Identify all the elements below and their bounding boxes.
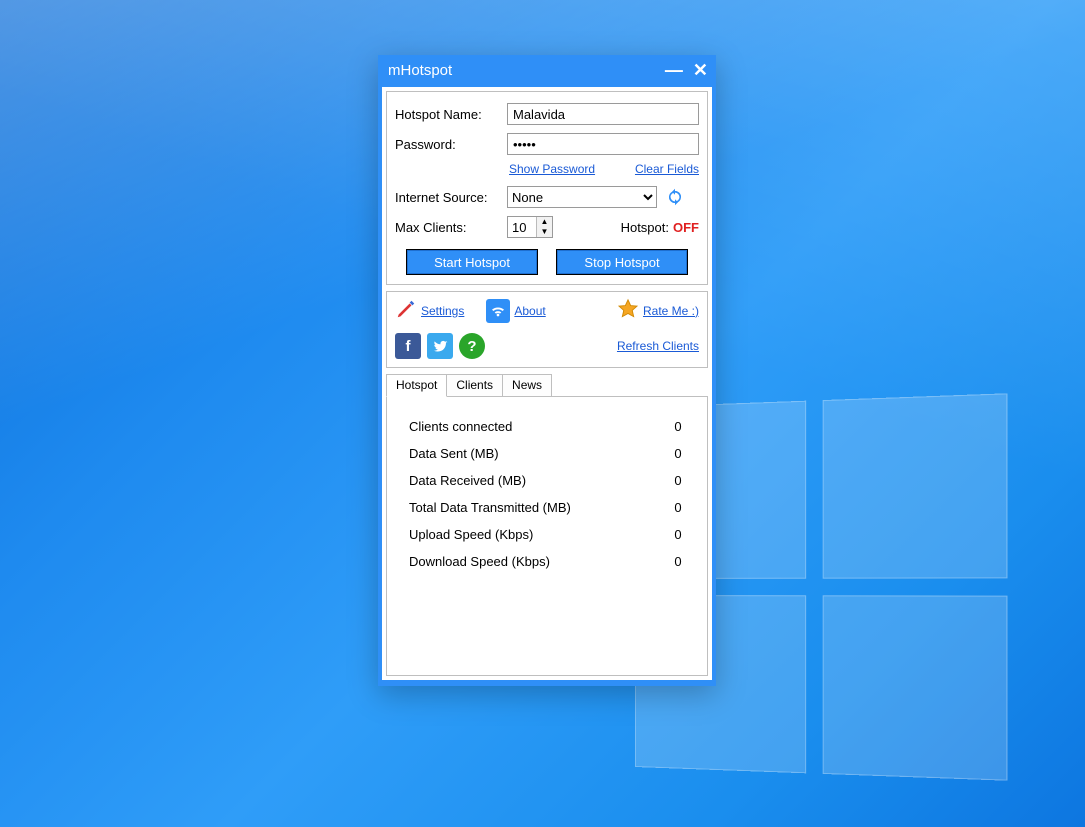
stat-row: Clients connected 0	[409, 419, 693, 434]
clear-fields-link[interactable]: Clear Fields	[635, 162, 699, 176]
tab-hotspot-content: Clients connected 0 Data Sent (MB) 0 Dat…	[386, 396, 708, 676]
password-label: Password:	[395, 137, 507, 152]
tabs-section: Hotspot Clients News Clients connected 0…	[386, 374, 708, 676]
stat-label: Upload Speed (Kbps)	[409, 527, 663, 542]
stat-value: 0	[663, 527, 693, 542]
stat-label: Data Received (MB)	[409, 473, 663, 488]
max-clients-input[interactable]	[508, 217, 536, 237]
max-clients-spinner[interactable]: ▲ ▼	[507, 216, 553, 238]
hotspot-status-label: Hotspot:	[621, 220, 669, 235]
close-button[interactable]: ✕	[693, 61, 708, 79]
start-hotspot-button[interactable]: Start Hotspot	[407, 250, 537, 274]
minimize-button[interactable]: —	[665, 61, 683, 79]
titlebar[interactable]: mHotspot — ✕	[378, 55, 716, 85]
app-window: mHotspot — ✕ Hotspot Name: Password: Sho…	[378, 55, 716, 686]
refresh-clients-link[interactable]: Refresh Clients	[617, 339, 699, 353]
spinner-down[interactable]: ▼	[537, 227, 552, 237]
hotspot-name-label: Hotspot Name:	[395, 107, 507, 122]
stat-label: Clients connected	[409, 419, 663, 434]
show-password-link[interactable]: Show Password	[509, 162, 595, 176]
max-clients-label: Max Clients:	[395, 220, 507, 235]
settings-icon	[395, 298, 417, 323]
internet-source-select[interactable]: None	[507, 186, 657, 208]
hotspot-status-value: OFF	[673, 220, 699, 235]
help-icon[interactable]: ?	[459, 333, 485, 359]
hotspot-name-input[interactable]	[507, 103, 699, 125]
stat-row: Total Data Transmitted (MB) 0	[409, 500, 693, 515]
password-input[interactable]	[507, 133, 699, 155]
wifi-icon	[486, 299, 510, 323]
twitter-icon[interactable]	[427, 333, 453, 359]
window-title: mHotspot	[388, 62, 665, 79]
rate-me-link[interactable]: Rate Me :)	[643, 304, 699, 318]
star-icon	[617, 298, 639, 323]
stat-label: Download Speed (Kbps)	[409, 554, 663, 569]
internet-source-label: Internet Source:	[395, 190, 507, 205]
stop-hotspot-button[interactable]: Stop Hotspot	[557, 250, 687, 274]
tab-clients[interactable]: Clients	[446, 374, 503, 396]
stat-label: Total Data Transmitted (MB)	[409, 500, 663, 515]
settings-link[interactable]: Settings	[421, 304, 464, 318]
refresh-source-icon[interactable]	[665, 187, 685, 207]
stat-value: 0	[663, 554, 693, 569]
stat-value: 0	[663, 473, 693, 488]
tab-hotspot[interactable]: Hotspot	[386, 374, 447, 397]
stat-row: Data Sent (MB) 0	[409, 446, 693, 461]
facebook-icon[interactable]: f	[395, 333, 421, 359]
spinner-up[interactable]: ▲	[537, 217, 552, 227]
about-link[interactable]: About	[514, 304, 545, 318]
config-panel: Hotspot Name: Password: Show Password Cl…	[386, 91, 708, 285]
tab-news[interactable]: News	[502, 374, 552, 396]
stat-value: 0	[663, 500, 693, 515]
stat-row: Download Speed (Kbps) 0	[409, 554, 693, 569]
stat-row: Upload Speed (Kbps) 0	[409, 527, 693, 542]
utilities-panel: Settings About Rate Me :) f	[386, 291, 708, 368]
stat-value: 0	[663, 446, 693, 461]
stat-label: Data Sent (MB)	[409, 446, 663, 461]
stat-value: 0	[663, 419, 693, 434]
stat-row: Data Received (MB) 0	[409, 473, 693, 488]
